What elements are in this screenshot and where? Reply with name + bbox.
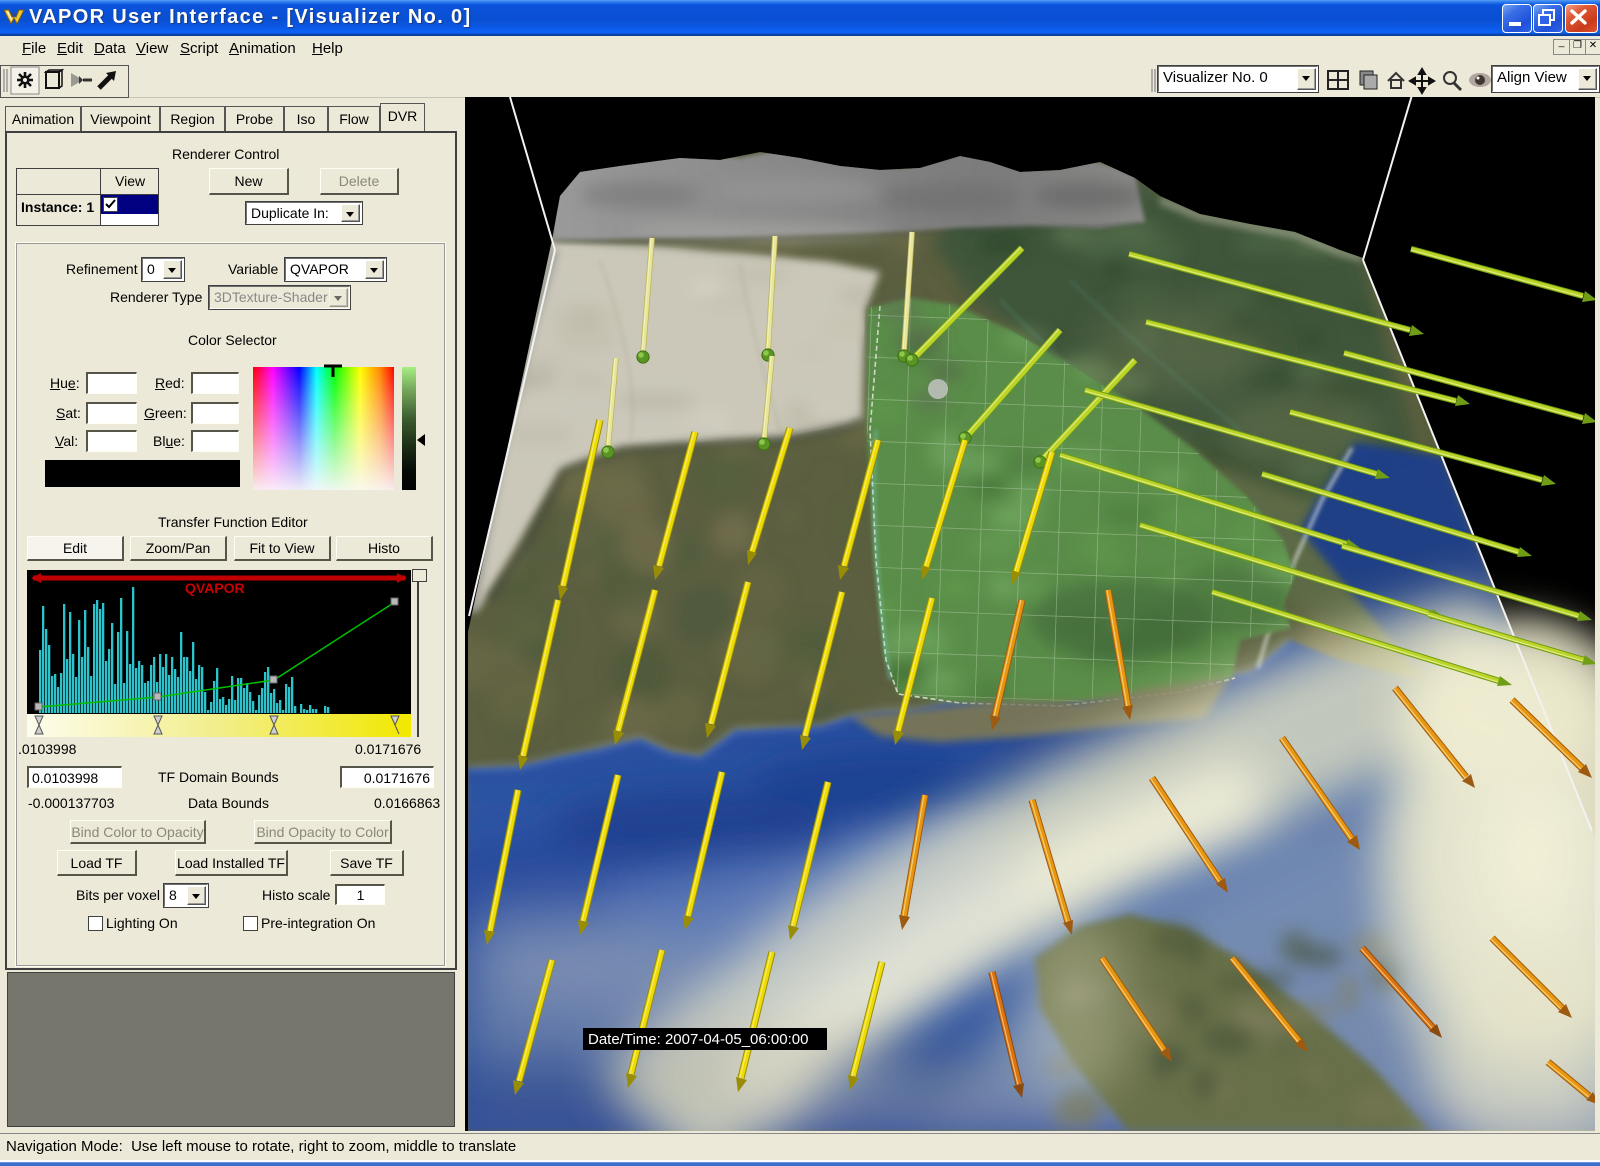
svg-text:QVAPOR: QVAPOR xyxy=(185,580,245,596)
svg-text:Date/Time: 2007-04-05_06:00:00: Date/Time: 2007-04-05_06:00:00 xyxy=(588,1031,808,1048)
